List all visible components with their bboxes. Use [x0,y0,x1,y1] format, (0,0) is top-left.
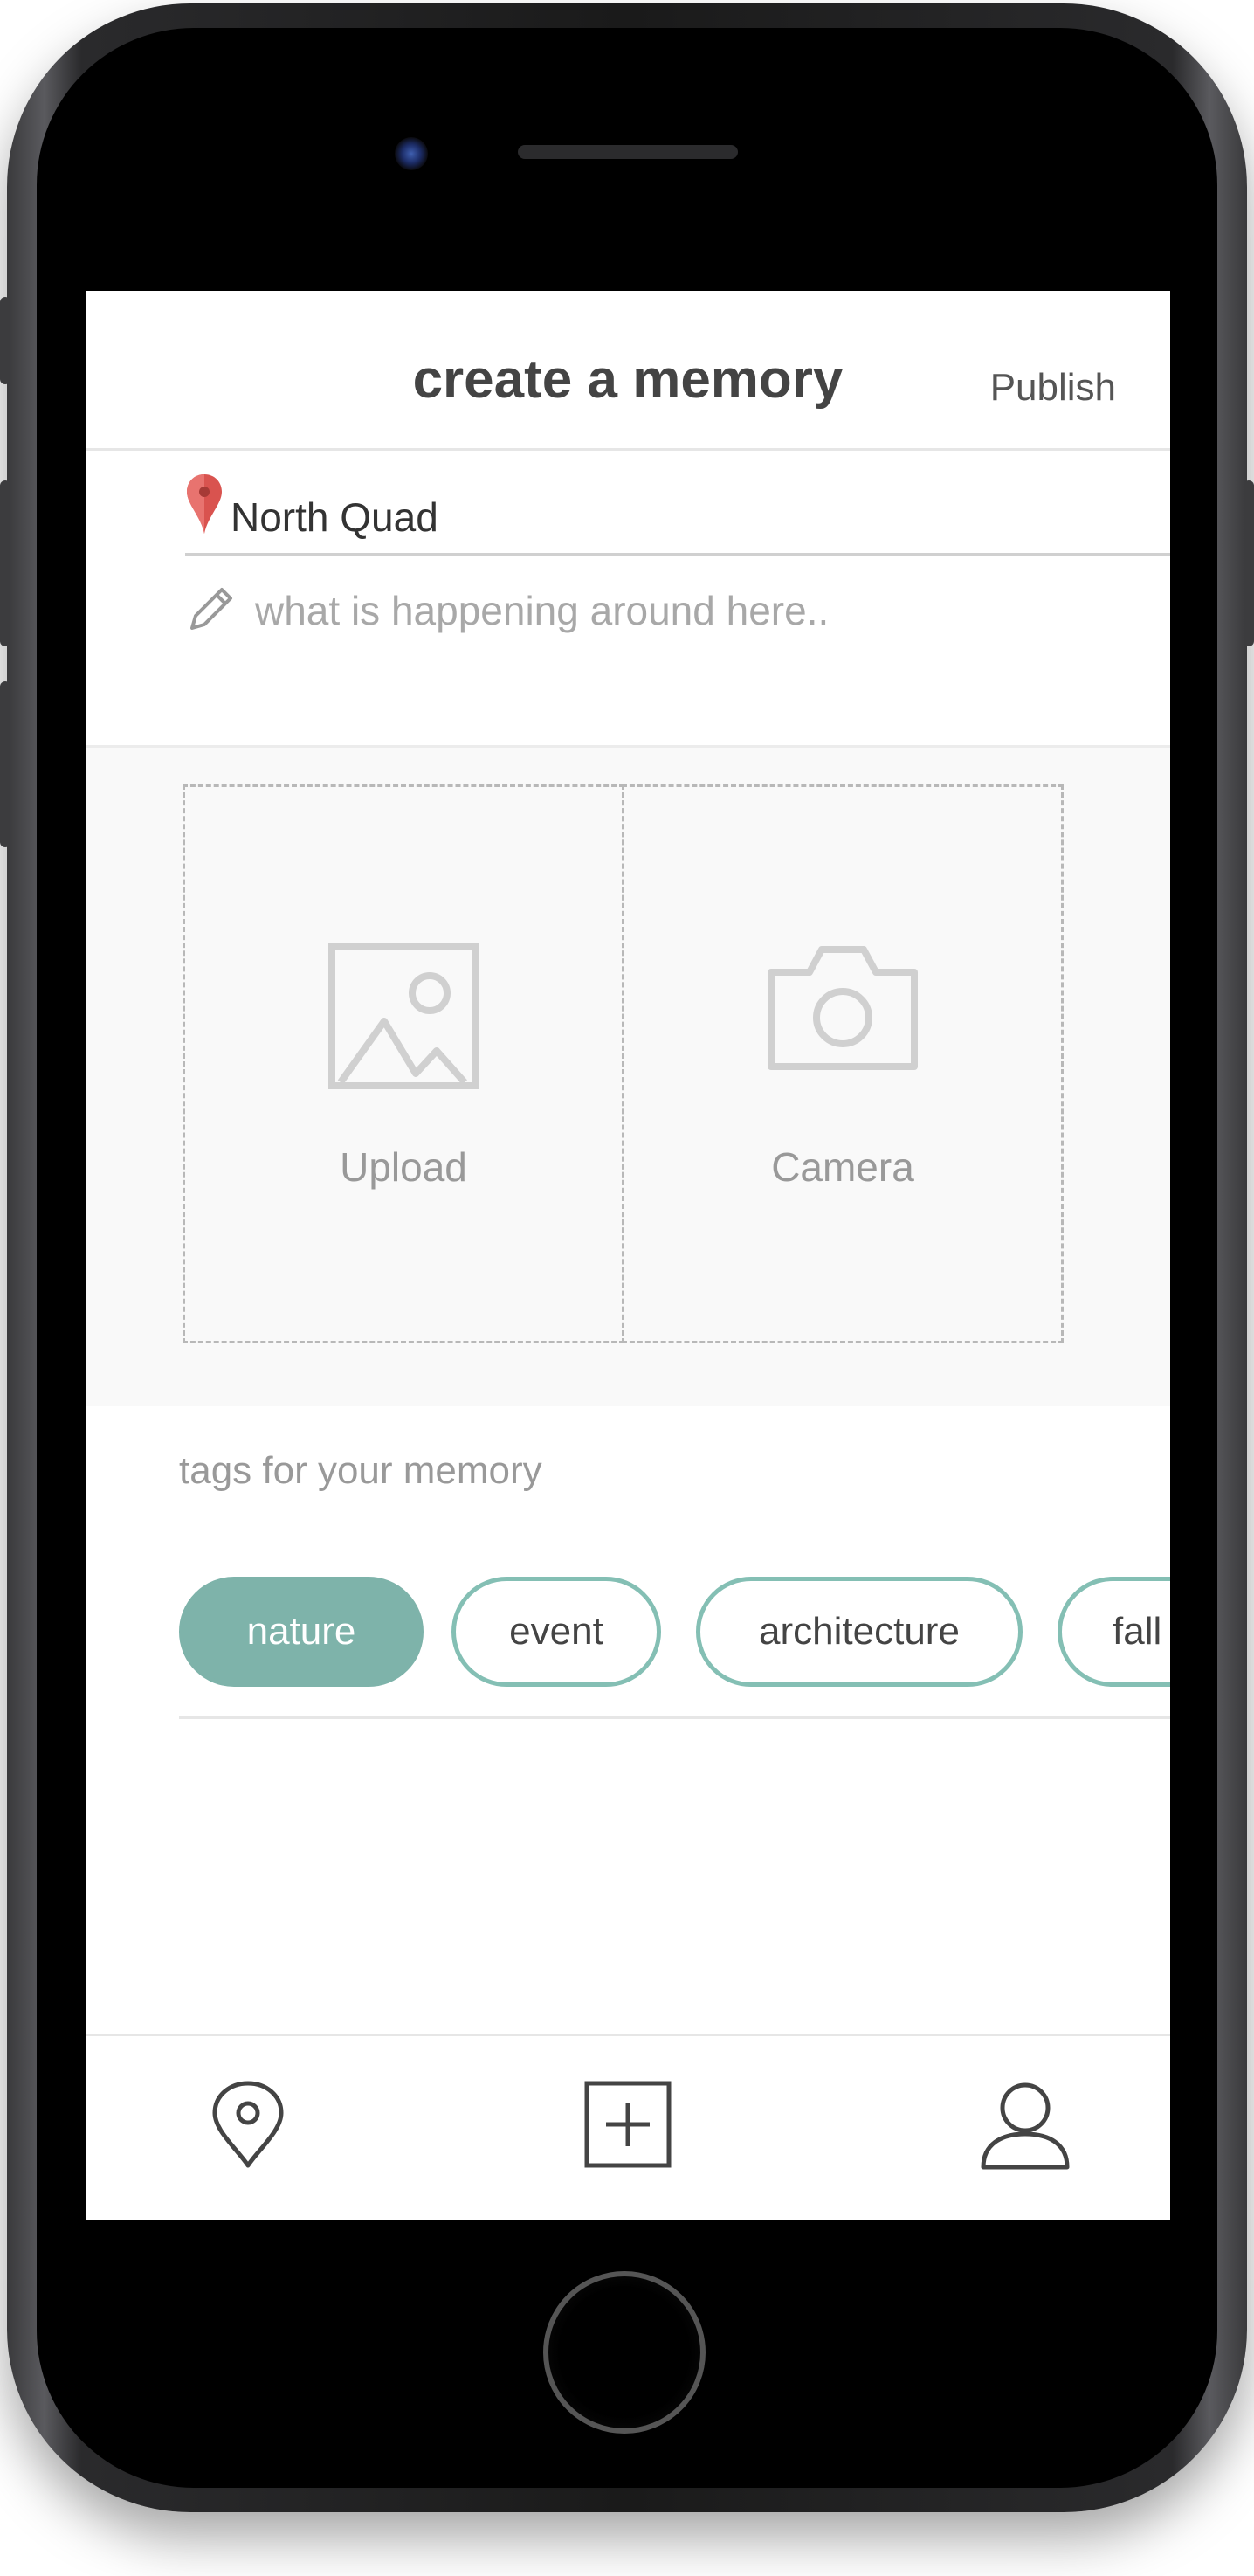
camera-label: Camera [771,1144,914,1190]
map-pin-icon[interactable] [211,2080,285,2169]
camera-button[interactable]: Camera [622,784,1064,1343]
pencil-icon [190,588,232,630]
description-input[interactable] [253,579,1130,642]
front-camera [395,137,428,170]
upload-label: Upload [340,1144,467,1190]
profile-icon[interactable] [980,2080,1071,2171]
bottom-nav [86,2034,1170,2220]
volume-down-button [0,681,10,847]
location-value: North Quad [231,494,438,540]
tag-nature[interactable]: nature [179,1577,424,1687]
earpiece-speaker [518,145,738,159]
add-square-icon[interactable] [583,2080,672,2169]
tag-fall[interactable]: fall [1058,1577,1170,1687]
app-screen: create a memory Publish North Quad Uploa… [86,291,1170,2220]
home-button[interactable] [543,2271,706,2434]
image-icon [328,943,479,1089]
location-field[interactable]: North Quad [185,466,1170,556]
camera-icon [768,946,918,1070]
tag-architecture[interactable]: architecture [696,1577,1023,1687]
power-button [1244,480,1254,646]
volume-up-button [0,480,10,646]
description-field [185,579,1146,649]
tag-event[interactable]: event [451,1577,661,1687]
tags-label: tags for your memory [179,1449,542,1492]
media-section: Upload Camera [86,745,1170,1406]
publish-button[interactable]: Publish [990,366,1116,410]
mute-switch [0,297,10,384]
upload-button[interactable]: Upload [183,784,624,1343]
header: create a memory Publish [86,291,1170,451]
tags-list: nature event architecture fall [179,1568,1170,1719]
location-pin-icon [187,474,222,534]
